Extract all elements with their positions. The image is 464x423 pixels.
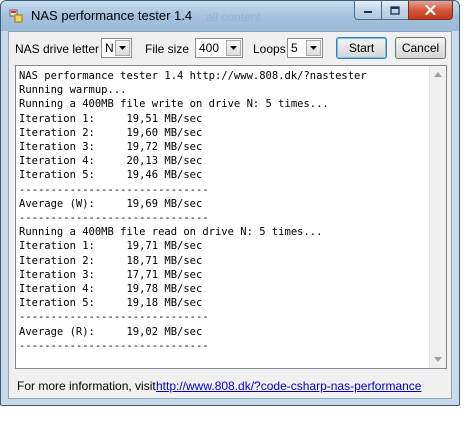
title-bar[interactable]: NAS performance tester 1.4 all content (1, 1, 459, 31)
minimize-icon (364, 11, 372, 13)
output-line: Average (W): 19,69 MB/sec (19, 197, 203, 210)
maximize-icon (390, 5, 400, 15)
chevron-down-icon[interactable] (226, 40, 241, 56)
chevron-down-icon[interactable] (115, 40, 130, 56)
output-line: ------------------------------ (19, 311, 209, 324)
loops-select[interactable]: 5 (287, 38, 323, 58)
minimize-button[interactable] (354, 1, 381, 20)
scroll-down-button[interactable] (430, 351, 446, 368)
output-line: Running warmup... (19, 84, 127, 97)
footer-info-text: For more information, visit (17, 379, 156, 393)
output-line: Iteration 5: 19,46 MB/sec (19, 169, 203, 182)
footer-link[interactable]: http://www.808.dk/?code-csharp-nas-perfo… (156, 379, 421, 393)
drive-letter-select[interactable]: N (101, 38, 132, 58)
output-line: Iteration 4: 20,13 MB/sec (19, 155, 203, 168)
app-window: NAS performance tester 1.4 all content N… (0, 0, 460, 406)
output-line: ------------------------------ (19, 183, 209, 196)
output-line: NAS performance tester 1.4 http://www.80… (19, 70, 367, 82)
output-line: Running a 400MB file read on drive N: 5 … (19, 226, 323, 239)
file-size-label: File size (145, 42, 190, 56)
cancel-button[interactable]: Cancel (395, 37, 446, 59)
drive-letter-label: NAS drive letter (15, 42, 100, 56)
output-line: Iteration 1: 19,51 MB/sec (19, 112, 203, 125)
output-line: Running a 400MB file write on drive N: 5… (19, 98, 329, 111)
output-line: Iteration 2: 19,60 MB/sec (19, 126, 203, 139)
drive-letter-value: N (105, 41, 114, 55)
chevron-down-icon[interactable] (306, 40, 321, 56)
loops-label: Loops (253, 42, 286, 56)
output-line: Iteration 1: 19,71 MB/sec (19, 240, 203, 253)
output-line: Iteration 2: 18,71 MB/sec (19, 254, 203, 267)
app-icon (9, 9, 23, 23)
output-line: ------------------------------ (19, 212, 209, 225)
window-title: NAS performance tester 1.4 (31, 8, 193, 23)
output-line: Iteration 3: 19,72 MB/sec (19, 141, 203, 154)
scroll-up-icon (434, 72, 442, 77)
output-line: Iteration 3: 17,71 MB/sec (19, 268, 203, 281)
maximize-button[interactable] (381, 1, 408, 20)
scroll-up-button[interactable] (430, 66, 446, 83)
vertical-scrollbar[interactable] (429, 66, 446, 368)
client-area: NAS drive letter N File size 400 Loops 5… (8, 31, 452, 399)
output-log: NAS performance tester 1.4 http://www.80… (19, 69, 367, 353)
close-button[interactable] (408, 1, 453, 20)
output-line: Average (R): 19,02 MB/sec (19, 325, 203, 338)
output-textbox[interactable]: NAS performance tester 1.4 http://www.80… (15, 65, 447, 369)
background-title-ghost: all content (206, 10, 261, 24)
output-line: Iteration 5: 19,18 MB/sec (19, 297, 203, 310)
scroll-down-icon (434, 357, 442, 362)
close-icon (425, 5, 436, 15)
file-size-select[interactable]: 400 (195, 38, 243, 58)
loops-value: 5 (291, 41, 298, 55)
output-line: Iteration 4: 19,78 MB/sec (19, 283, 203, 296)
caption-buttons (354, 1, 453, 21)
start-button[interactable]: Start (336, 37, 387, 59)
file-size-value: 400 (199, 41, 220, 55)
output-line: ------------------------------ (19, 339, 209, 352)
